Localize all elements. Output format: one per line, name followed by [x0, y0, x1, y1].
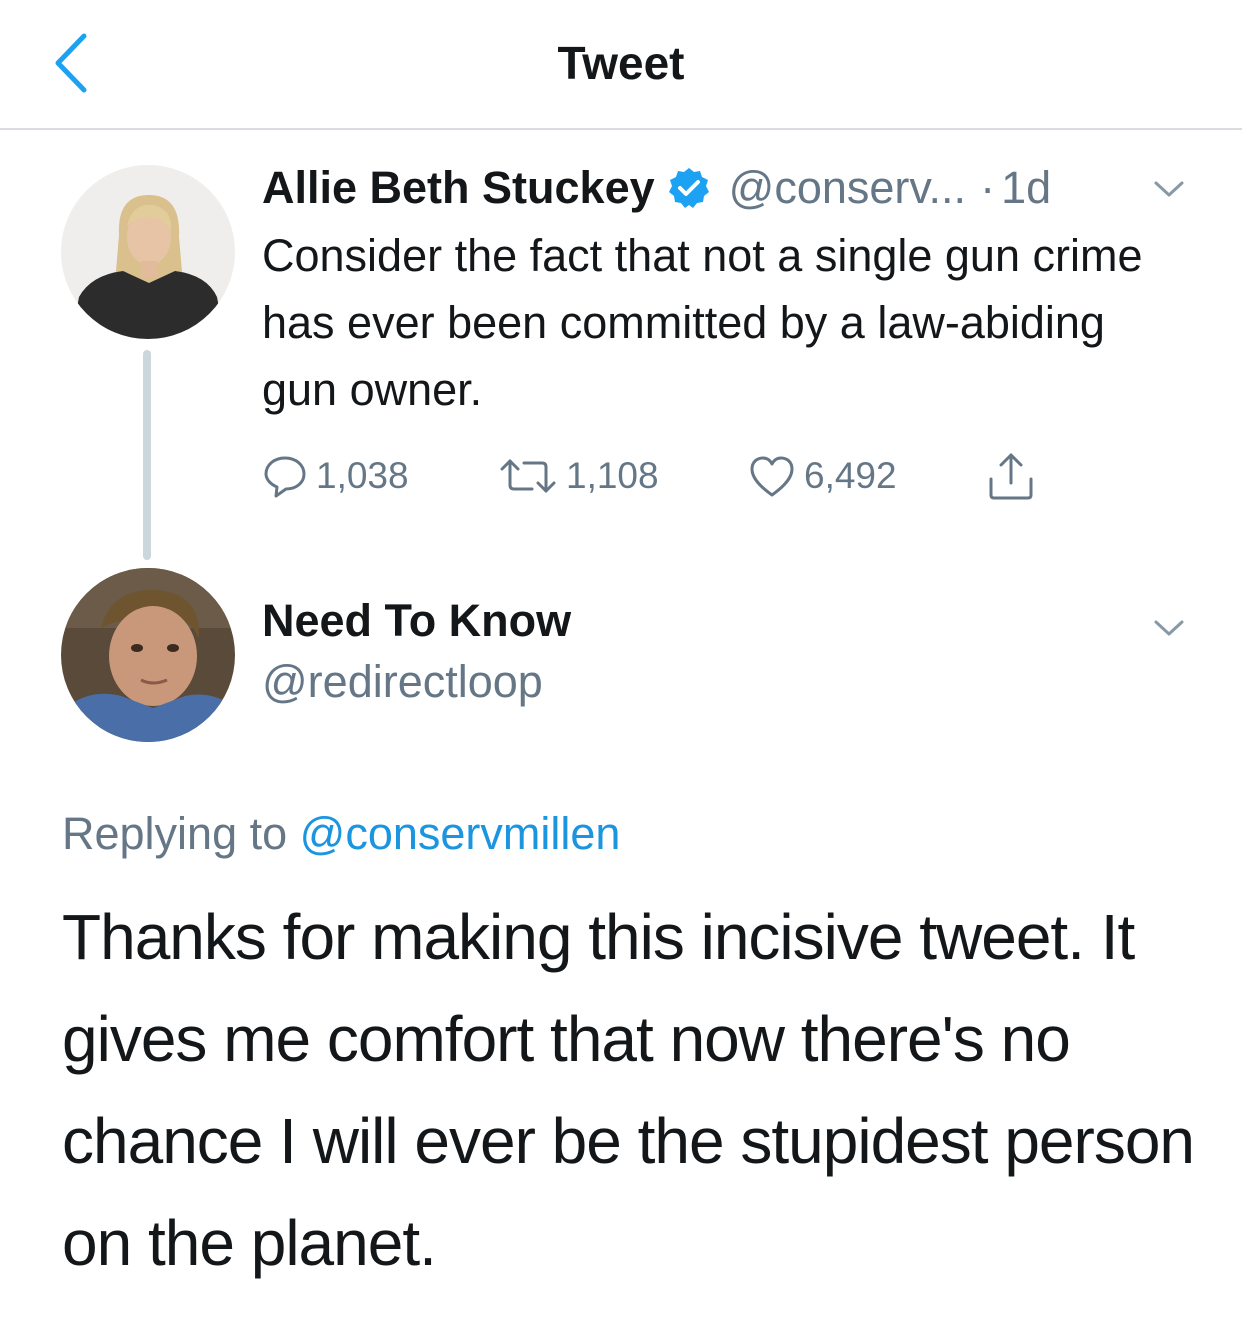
replying-to-mention[interactable]: @conservmillen [300, 808, 621, 859]
share-button[interactable] [986, 450, 1036, 502]
retweet-icon [500, 459, 556, 493]
tweet-body: Consider the fact that not a single gun … [262, 230, 1143, 415]
chevron-down-icon [1154, 620, 1184, 636]
chevron-down-icon [1154, 181, 1184, 197]
reply-author-handle[interactable]: @redirectloop [262, 656, 543, 708]
tweet-menu-button[interactable] [1152, 178, 1186, 200]
author-name[interactable]: Allie Beth Stuckey [262, 162, 655, 214]
reply-author-name[interactable]: Need To Know [262, 595, 571, 647]
reply-menu-button[interactable] [1152, 617, 1186, 639]
heart-icon [750, 456, 794, 497]
avatar[interactable] [61, 568, 235, 742]
reply-button[interactable]: 1,038 [262, 450, 409, 502]
tweet-author-row: Allie Beth Stuckey @conserv... · 1d [262, 160, 1051, 216]
avatar[interactable] [61, 165, 235, 339]
page-title: Tweet [557, 37, 685, 89]
separator-dot: · [980, 162, 996, 213]
reply-body: Thanks for making this incisive tweet. I… [62, 901, 1195, 1279]
reply-icon [264, 456, 306, 498]
tweet-detail-screen: Tweet Allie Beth Stuckey @conserv... · 1… [0, 0, 1242, 1330]
verified-badge-icon [667, 166, 711, 210]
like-button[interactable]: 6,492 [748, 450, 897, 502]
retweet-count: 1,108 [566, 455, 659, 496]
replying-to-line: Replying to @conservmillen [62, 808, 620, 860]
replying-to-label: Replying to [62, 808, 288, 859]
top-bar: Tweet [0, 0, 1242, 130]
retweet-button[interactable]: 1,108 [498, 450, 659, 502]
reply-count: 1,038 [316, 455, 409, 496]
thread-connector [143, 350, 151, 560]
tweet-timestamp[interactable]: 1d [1001, 162, 1051, 214]
like-count: 6,492 [804, 455, 897, 496]
share-icon [989, 453, 1033, 500]
author-handle[interactable]: @conserv... [729, 162, 966, 214]
